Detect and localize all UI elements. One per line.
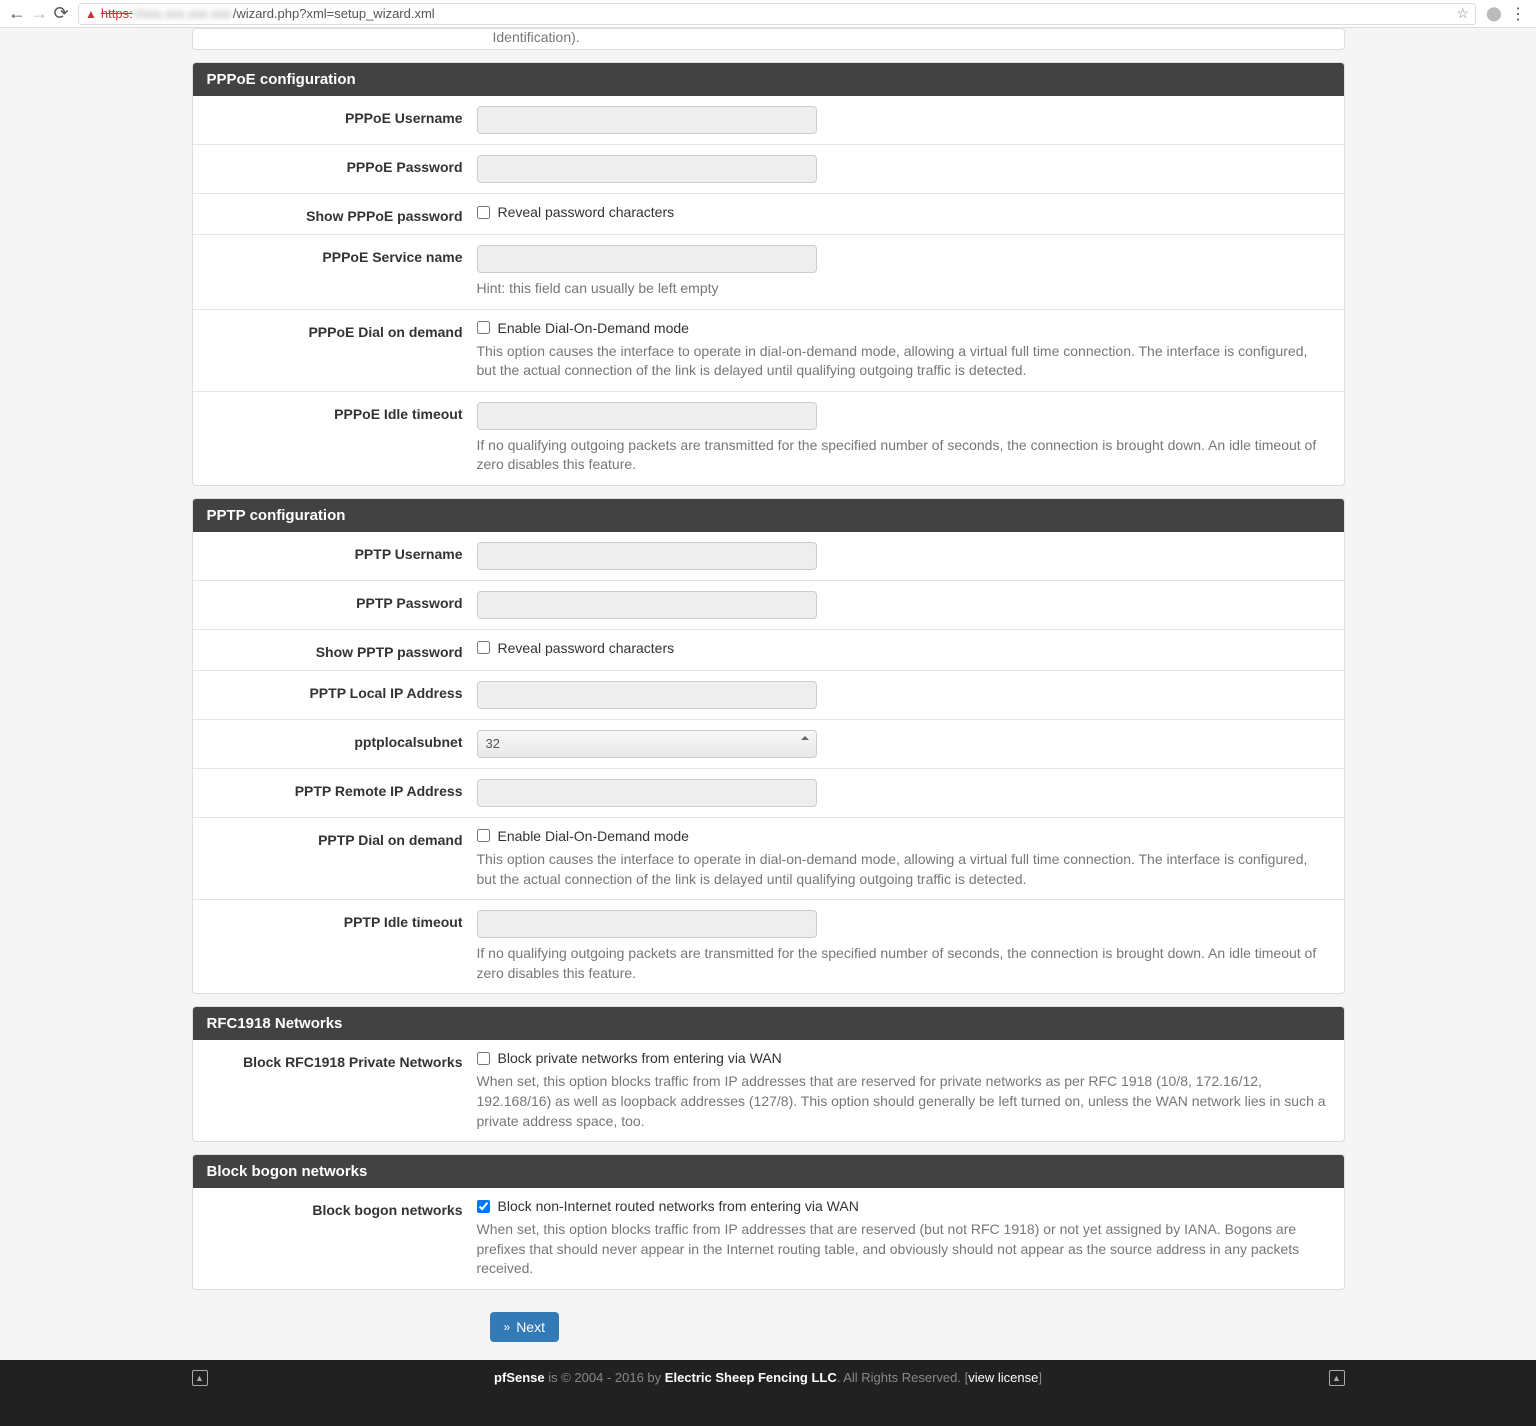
input-pppoe-password[interactable] (477, 155, 817, 183)
browser-menu-icon[interactable]: ⋮ (1510, 4, 1526, 24)
label-pppoe-service: PPPoE Service name (207, 245, 477, 299)
top-text: Identification). (193, 29, 1344, 49)
header-rfc1918: RFC1918 Networks (193, 1007, 1344, 1040)
footer-left-icon[interactable]: ▲ (192, 1370, 208, 1386)
label-pptp-password: PPTP Password (207, 591, 477, 619)
row-pptp-localip: PPTP Local IP Address (193, 670, 1344, 719)
checkbox-rfc1918[interactable] (477, 1052, 490, 1065)
footer: ▲ pfSense is © 2004 - 2016 by Electric S… (0, 1360, 1536, 1426)
label-pppoe-username: PPPoE Username (207, 106, 477, 134)
checkbox-pptp-showpass[interactable] (477, 641, 490, 654)
panel-top: Identification). (192, 28, 1345, 50)
row-pptp-remoteip: PPTP Remote IP Address (193, 768, 1344, 817)
label-pptp-subnet: pptplocalsubnet (207, 730, 477, 758)
text-bogon: Block non-Internet routed networks from … (498, 1198, 859, 1214)
label-pptp-dod: PPTP Dial on demand (207, 828, 477, 889)
row-pppoe-username: PPPoE Username (193, 96, 1344, 144)
checkbox-pptp-dod[interactable] (477, 829, 490, 842)
select-pptp-subnet[interactable]: 32 (477, 730, 817, 758)
help-rfc1918: When set, this option blocks traffic fro… (477, 1072, 1330, 1131)
footer-right-icon[interactable]: ▲ (1329, 1370, 1345, 1386)
row-bogon: Block bogon networks Block non-Internet … (193, 1188, 1344, 1289)
panel-rfc1918: RFC1918 Networks Block RFC1918 Private N… (192, 1006, 1345, 1142)
row-pppoe-showpass: Show PPPoE password Reveal password char… (193, 193, 1344, 234)
input-pptp-password[interactable] (477, 591, 817, 619)
button-row: » Next (192, 1302, 1345, 1360)
bookmark-star-icon[interactable]: ☆ (1456, 5, 1469, 22)
forward-button[interactable]: → (28, 3, 50, 25)
checkbox-pppoe-dod[interactable] (477, 321, 490, 334)
header-pptp: PPTP configuration (193, 499, 1344, 532)
checkbox-pppoe-showpass[interactable] (477, 206, 490, 219)
text-rfc1918: Block private networks from entering via… (498, 1050, 782, 1066)
input-pptp-remoteip[interactable] (477, 779, 817, 807)
footer-company: Electric Sheep Fencing LLC (665, 1370, 837, 1385)
input-pppoe-idle[interactable] (477, 402, 817, 430)
label-pppoe-showpass: Show PPPoE password (207, 204, 477, 224)
help-bogon: When set, this option blocks traffic fro… (477, 1220, 1330, 1279)
header-bogon: Block bogon networks (193, 1155, 1344, 1188)
back-button[interactable]: ← (6, 3, 28, 25)
row-pppoe-idle: PPPoE Idle timeout If no qualifying outg… (193, 391, 1344, 485)
text-pptp-showpass: Reveal password characters (498, 640, 675, 656)
help-pppoe-idle: If no qualifying outgoing packets are tr… (477, 436, 1330, 475)
row-pppoe-service: PPPoE Service name Hint: this field can … (193, 234, 1344, 309)
panel-pptp: PPTP configuration PPTP Username PPTP Pa… (192, 498, 1345, 994)
text-pppoe-showpass: Reveal password characters (498, 204, 675, 220)
row-pptp-username: PPTP Username (193, 532, 1344, 580)
label-pptp-idle: PPTP Idle timeout (207, 910, 477, 983)
row-pppoe-password: PPPoE Password (193, 144, 1344, 193)
label-rfc1918: Block RFC1918 Private Networks (207, 1050, 477, 1131)
header-pppoe: PPPoE configuration (193, 63, 1344, 96)
address-bar[interactable]: ▲ https: //xxx.xxx.xxx.xxx /wizard.php?x… (78, 3, 1476, 25)
insecure-icon: ▲ (85, 7, 97, 21)
next-button[interactable]: » Next (490, 1312, 559, 1342)
footer-text: pfSense is © 2004 - 2016 by Electric She… (208, 1370, 1329, 1385)
row-pppoe-dod: PPPoE Dial on demand Enable Dial-On-Dema… (193, 309, 1344, 391)
input-pppoe-service[interactable] (477, 245, 817, 273)
label-pptp-remoteip: PPTP Remote IP Address (207, 779, 477, 807)
label-pptp-localip: PPTP Local IP Address (207, 681, 477, 709)
url-host: //xxx.xxx.xxx.xxx (135, 6, 231, 21)
help-pptp-dod: This option causes the interface to oper… (477, 850, 1330, 889)
chevron-right-icon: » (504, 1320, 511, 1334)
checkbox-bogon[interactable] (477, 1200, 490, 1213)
text-pptp-dod: Enable Dial-On-Demand mode (498, 828, 689, 844)
help-pptp-idle: If no qualifying outgoing packets are tr… (477, 944, 1330, 983)
panel-bogon: Block bogon networks Block bogon network… (192, 1154, 1345, 1290)
input-pptp-idle[interactable] (477, 910, 817, 938)
row-pptp-password: PPTP Password (193, 580, 1344, 629)
label-pppoe-dod: PPPoE Dial on demand (207, 320, 477, 381)
label-pppoe-password: PPPoE Password (207, 155, 477, 183)
url-scheme: https: (101, 6, 133, 21)
help-pppoe-dod: This option causes the interface to oper… (477, 342, 1330, 381)
input-pppoe-username[interactable] (477, 106, 817, 134)
input-pptp-username[interactable] (477, 542, 817, 570)
row-pptp-showpass: Show PPTP password Reveal password chara… (193, 629, 1344, 670)
hint-pppoe-service: Hint: this field can usually be left emp… (477, 279, 1330, 299)
extension-icon[interactable]: ⬤ (1486, 6, 1502, 22)
view-license-link[interactable]: view license (968, 1370, 1038, 1385)
row-pptp-idle: PPTP Idle timeout If no qualifying outgo… (193, 899, 1344, 993)
input-pptp-localip[interactable] (477, 681, 817, 709)
browser-toolbar: ← → ⟳ ▲ https: //xxx.xxx.xxx.xxx /wizard… (0, 0, 1536, 28)
row-pptp-subnet: pptplocalsubnet 32 (193, 719, 1344, 768)
row-rfc1918: Block RFC1918 Private Networks Block pri… (193, 1040, 1344, 1141)
label-bogon: Block bogon networks (207, 1198, 477, 1279)
text-pppoe-dod: Enable Dial-On-Demand mode (498, 320, 689, 336)
next-button-label: Next (516, 1319, 545, 1335)
label-pptp-showpass: Show PPTP password (207, 640, 477, 660)
label-pppoe-idle: PPPoE Idle timeout (207, 402, 477, 475)
panel-pppoe: PPPoE configuration PPPoE Username PPPoE… (192, 62, 1345, 486)
footer-brand: pfSense (494, 1370, 545, 1385)
row-pptp-dod: PPTP Dial on demand Enable Dial-On-Deman… (193, 817, 1344, 899)
url-path: /wizard.php?xml=setup_wizard.xml (233, 6, 435, 21)
reload-button[interactable]: ⟳ (50, 3, 72, 25)
label-pptp-username: PPTP Username (207, 542, 477, 570)
